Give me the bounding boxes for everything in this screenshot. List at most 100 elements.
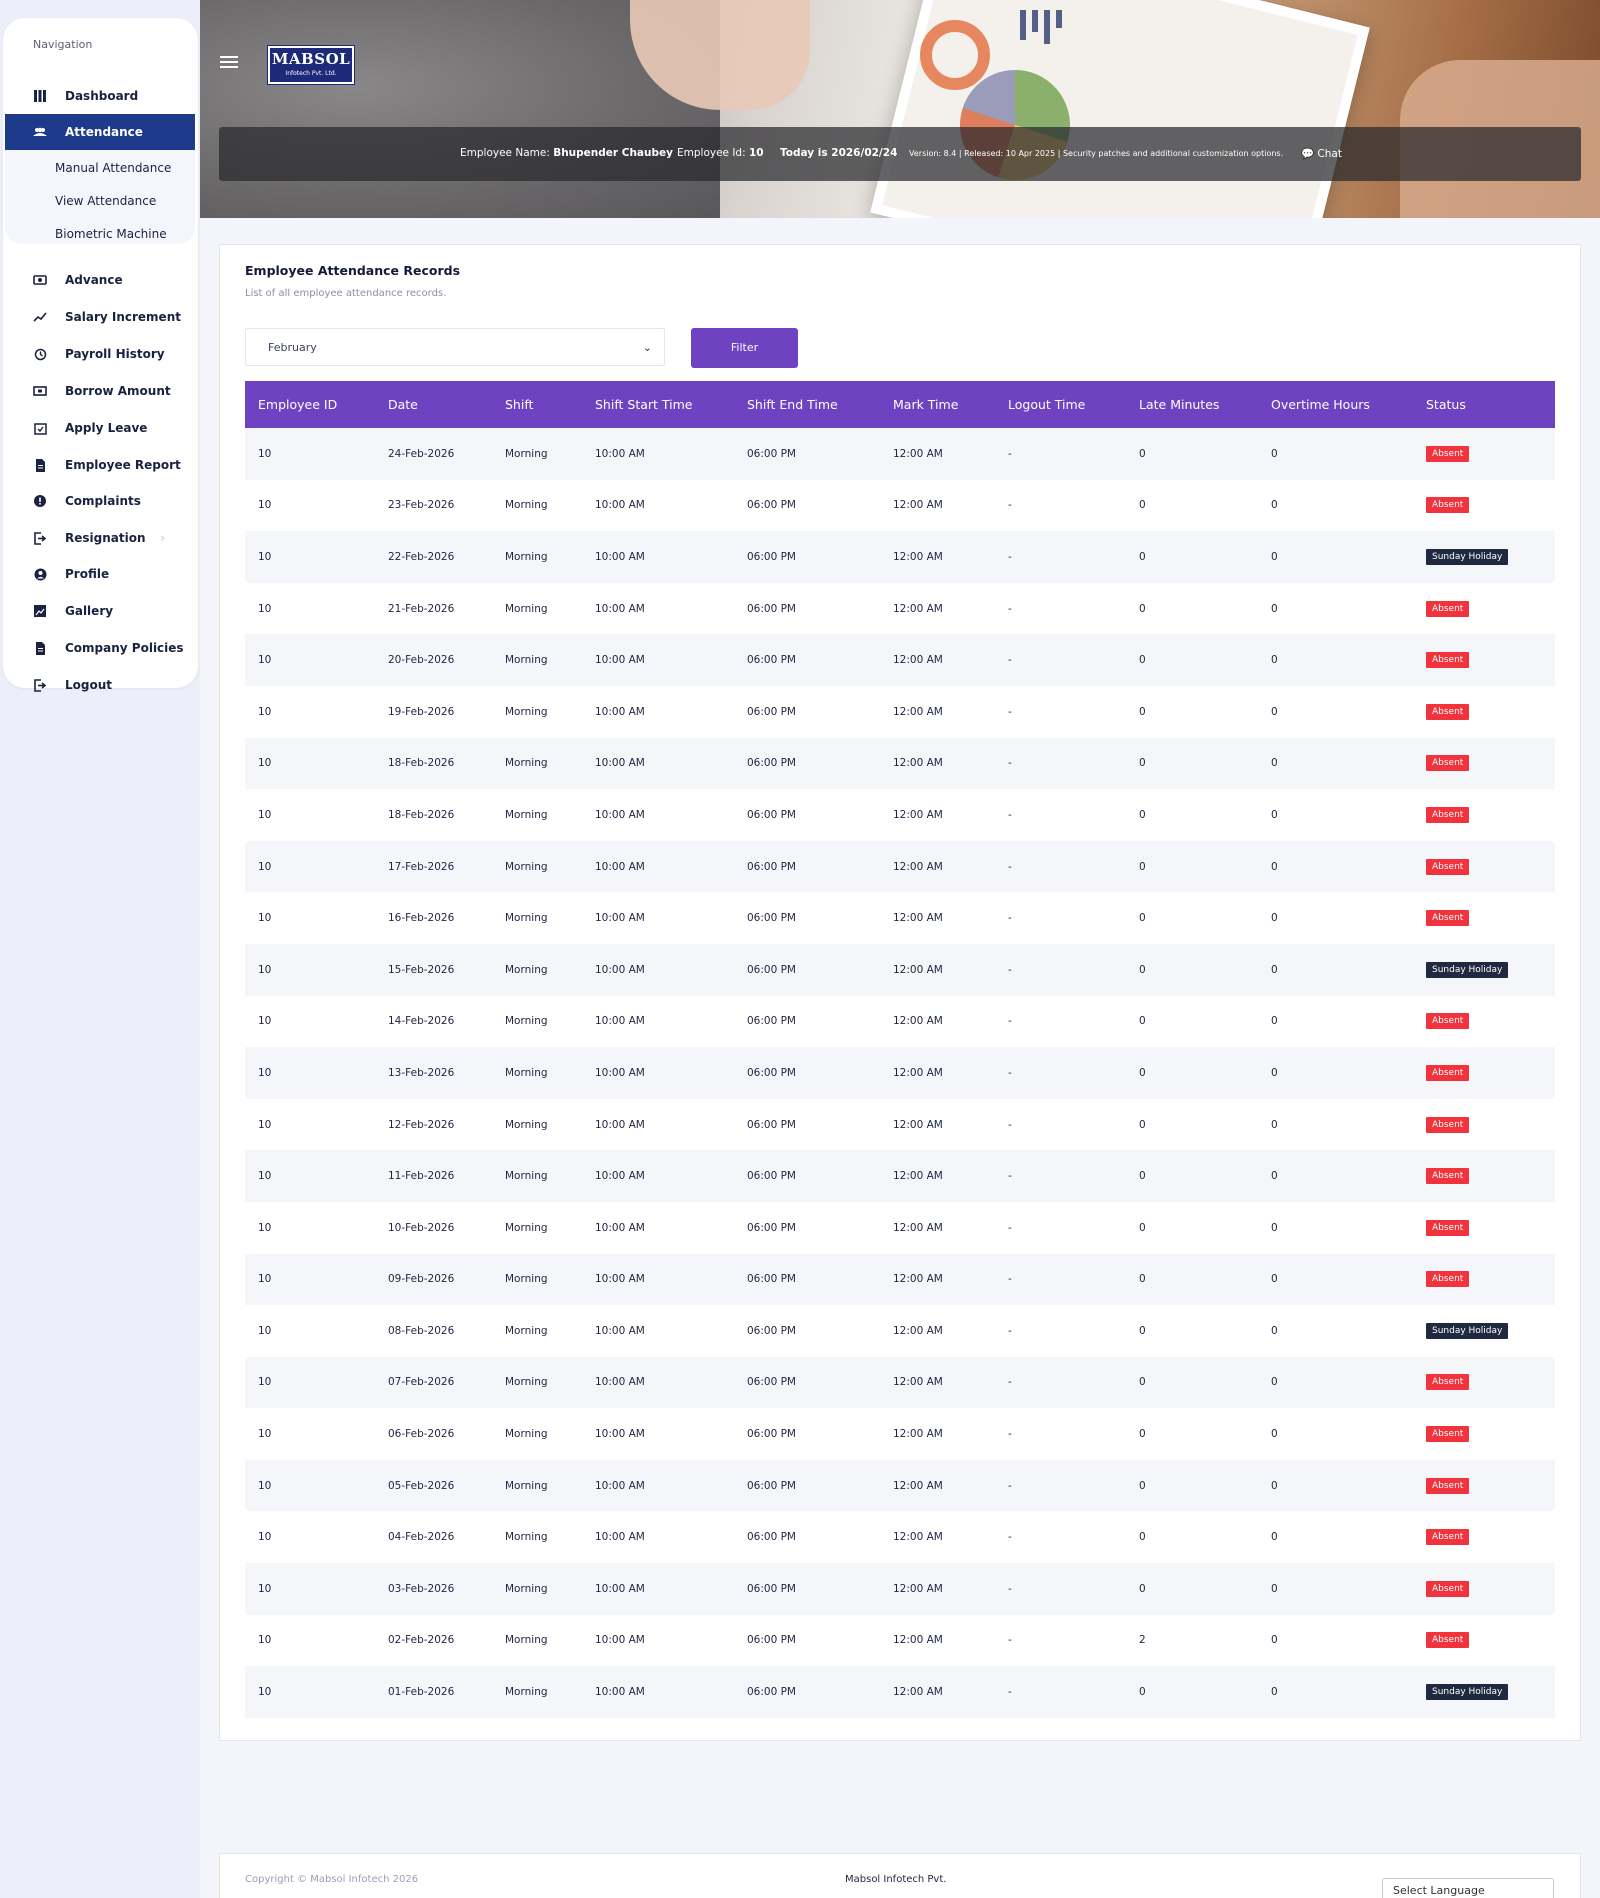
- table-cell: 12:00 AM: [893, 860, 943, 873]
- table-row: 10 09-Feb-2026 Morning 10:00 AM 06:00 PM 12:0…: [245, 1253, 1555, 1306]
- table-cell: -: [1008, 808, 1012, 821]
- sidebar-item-attendance[interactable]: Attendance: [5, 114, 195, 150]
- sidebar-item-borrow-amount[interactable]: Borrow Amount: [5, 373, 195, 409]
- table-row: 10 06-Feb-2026 Morning 10:00 AM 06:00 PM 12:0…: [245, 1408, 1555, 1460]
- table-cell: 06:00 PM: [747, 602, 796, 615]
- table-cell: 06:00 PM: [747, 1582, 796, 1595]
- table-cell: 06:00 PM: [747, 1015, 796, 1028]
- banner-photo-bar: [1044, 10, 1050, 44]
- table-cell: 06:00 PM: [747, 1634, 796, 1647]
- sidebar-item-dashboard[interactable]: Dashboard: [5, 78, 195, 114]
- sidebar-item-apply-leave[interactable]: Apply Leave: [5, 410, 195, 446]
- table-cell: 15-Feb-2026: [388, 963, 455, 976]
- table-cell: 10: [258, 1221, 272, 1234]
- table-cell: 10: [258, 1324, 272, 1337]
- table-cell: Absent: [1413, 1357, 1555, 1409]
- submenu-biometric-machine[interactable]: Biometric Machine: [55, 227, 167, 241]
- table-cell: 10: [258, 1015, 272, 1028]
- table-cell: 06:00 PM: [747, 550, 796, 563]
- chat-link[interactable]: 💬 Chat: [1301, 147, 1342, 160]
- sidebar-item-logout[interactable]: Logout: [5, 667, 195, 703]
- table-row: 10 17-Feb-2026 Morning 10:00 AM 06:00 PM 12:0…: [245, 840, 1555, 893]
- table-cell: Absent: [1413, 738, 1555, 790]
- table-cell: 0: [1271, 447, 1278, 460]
- table-cell: 10: [258, 602, 272, 615]
- sidebar-item-label: Resignation: [65, 531, 146, 545]
- table-cell: -: [1008, 447, 1012, 460]
- company-logo: MABSOL Infotech Pvt. Ltd.: [267, 45, 355, 85]
- table-cell: 0: [1139, 1221, 1146, 1234]
- sidebar-item-resignation[interactable]: Resignation ›: [5, 520, 195, 556]
- table-cell: Morning: [505, 1479, 548, 1492]
- table-cell: 10:00 AM: [595, 1118, 645, 1131]
- filter-button[interactable]: Filter: [691, 328, 798, 368]
- table-cell: 10:00 AM: [595, 1428, 645, 1441]
- table-cell: 10: [258, 705, 272, 718]
- table-cell: 10:00 AM: [595, 860, 645, 873]
- table-cell: 12:00 AM: [893, 808, 943, 821]
- table-cell: 06:00 PM: [747, 1066, 796, 1079]
- sidebar-item-label: Employee Report: [65, 458, 181, 472]
- dashboard-icon: [33, 89, 47, 103]
- table-cell: 12:00 AM: [893, 447, 943, 460]
- table-row: 10 15-Feb-2026 Morning 10:00 AM 06:00 PM 12:0…: [245, 943, 1555, 996]
- table-cell: 22-Feb-2026: [388, 550, 455, 563]
- sidebar-item-advance[interactable]: Advance: [5, 262, 195, 298]
- table-cell: 0: [1271, 1118, 1278, 1131]
- language-select[interactable]: Select Language: [1382, 1878, 1554, 1898]
- table-cell: 12:00 AM: [893, 1221, 943, 1234]
- table-cell: 10:00 AM: [595, 1582, 645, 1595]
- sidebar-item-profile[interactable]: Profile: [5, 556, 195, 592]
- status-badge: Absent: [1426, 1116, 1470, 1133]
- exit-icon: [33, 531, 47, 545]
- column-header: Logout Time: [1008, 397, 1086, 412]
- attendance-submenu: Manual Attendance View Attendance Biomet…: [5, 134, 195, 244]
- table-cell: 2: [1139, 1634, 1146, 1647]
- sidebar-item-payroll-history[interactable]: Payroll History: [5, 336, 195, 372]
- sidebar-item-employee-report[interactable]: Employee Report: [5, 447, 195, 483]
- sidebar-item-label: Profile: [65, 567, 110, 581]
- table-cell: 12:00 AM: [893, 1376, 943, 1389]
- submenu-manual-attendance[interactable]: Manual Attendance: [55, 161, 171, 175]
- table-cell: Morning: [505, 1324, 548, 1337]
- status-badge: Sunday Holiday: [1426, 548, 1509, 565]
- table-cell: Absent: [1413, 634, 1555, 686]
- table-cell: -: [1008, 1634, 1012, 1647]
- table-cell: Absent: [1413, 583, 1555, 635]
- submenu-view-attendance[interactable]: View Attendance: [55, 194, 156, 208]
- status-badge: Sunday Holiday: [1426, 1322, 1509, 1339]
- table-cell: -: [1008, 1531, 1012, 1544]
- table-cell: -: [1008, 1479, 1012, 1492]
- table-cell: 07-Feb-2026: [388, 1376, 455, 1389]
- money-icon: [33, 273, 47, 287]
- table-cell: Morning: [505, 1634, 548, 1647]
- hamburger-menu-icon[interactable]: [220, 56, 238, 71]
- table-cell: Morning: [505, 1686, 548, 1699]
- table-cell: 06:00 PM: [747, 1531, 796, 1544]
- page-title: Employee Attendance Records: [245, 263, 461, 278]
- sidebar-item-complaints[interactable]: Complaints: [5, 483, 195, 519]
- table-cell: 12:00 AM: [893, 1582, 943, 1595]
- table-cell: 0: [1139, 550, 1146, 563]
- sidebar-item-label: Apply Leave: [65, 421, 148, 435]
- table-cell: 0: [1271, 1428, 1278, 1441]
- column-header: Mark Time: [893, 397, 959, 412]
- table-cell: -: [1008, 912, 1012, 925]
- table-cell: 10: [258, 1376, 272, 1389]
- table-cell: 10: [258, 1273, 272, 1286]
- sidebar-item-company-policies[interactable]: Company Policies: [5, 630, 195, 666]
- sidebar-item-gallery[interactable]: Gallery: [5, 593, 195, 629]
- table-cell: -: [1008, 963, 1012, 976]
- status-badge: Absent: [1426, 652, 1470, 669]
- table-cell: 12-Feb-2026: [388, 1118, 455, 1131]
- table-cell: Absent: [1413, 789, 1555, 841]
- table-cell: 20-Feb-2026: [388, 654, 455, 667]
- month-select[interactable]: February ⌄: [245, 328, 665, 366]
- table-row: 10 14-Feb-2026 Morning 10:00 AM 06:00 PM 12:0…: [245, 995, 1555, 1048]
- table-cell: -: [1008, 1686, 1012, 1699]
- table-cell: 0: [1271, 1686, 1278, 1699]
- table-cell: Morning: [505, 1170, 548, 1183]
- table-cell: Morning: [505, 1531, 548, 1544]
- sidebar-item-salary-increment[interactable]: Salary Increment: [5, 299, 195, 335]
- table-cell: Morning: [505, 1221, 548, 1234]
